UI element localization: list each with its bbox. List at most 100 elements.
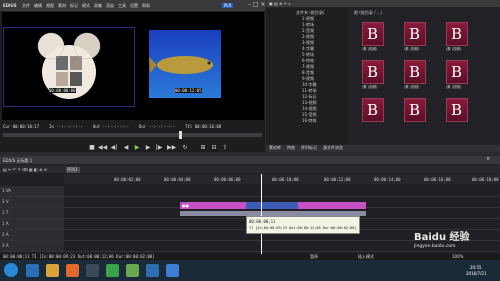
tree-item[interactable]: 14-视频 — [302, 106, 317, 111]
tree-item[interactable]: 5-转场 — [302, 52, 314, 57]
ie-icon[interactable] — [26, 264, 39, 277]
timeline-clip-selected[interactable] — [246, 202, 298, 209]
bin-clip-area: 根 (根目录 / ...) B \素 (视频) B \素 (视频) B \素 (视频)… — [350, 8, 500, 144]
tab-source-browser[interactable]: 源文件浏览 — [323, 145, 343, 152]
insert-icon[interactable]: ⊞ — [199, 144, 207, 152]
timeline-title: EDIUS 无标题 1 — [3, 158, 33, 163]
dur-label: Dur --:--:--:-- — [138, 124, 176, 129]
clip-thumbnail[interactable]: B \素 (视频) — [362, 60, 384, 89]
menu-help[interactable]: 帮助 — [142, 3, 150, 8]
menu-settings[interactable]: 设置 — [130, 3, 138, 8]
window-controls-icon[interactable]: – □ × — [248, 2, 266, 8]
tree-item[interactable]: 15-音频 — [302, 112, 317, 117]
tree-item[interactable]: 4-字幕 — [302, 46, 314, 51]
tab-effects[interactable]: 特效 — [287, 145, 295, 152]
edius-task-icon[interactable] — [146, 264, 159, 277]
scrubber-handle[interactable] — [179, 131, 182, 139]
cur-label: Cur 00:00:10:17 — [3, 124, 40, 129]
tree-item[interactable]: 12-标记 — [302, 94, 317, 99]
bin-folder-tree: 文件夹 (根目录) 1-视频 1-转场 2-音频 2-视频 3-视频 4-字幕 … — [266, 8, 348, 144]
track-header[interactable]: 1 T — [0, 208, 64, 218]
track-header[interactable]: 2 V — [0, 197, 64, 207]
out-label: Out --:--:--:-- — [92, 124, 129, 129]
timeline-clip[interactable] — [298, 202, 366, 209]
watermark-url: jingyan.baidu.com — [414, 244, 456, 249]
close-icon[interactable]: × — [486, 157, 490, 162]
tree-item[interactable]: 2-音频 — [302, 28, 314, 33]
menu-capture[interactable]: 采集 — [94, 3, 102, 8]
clip-thumbnail[interactable]: B — [362, 98, 384, 122]
tree-item[interactable]: 7-视频 — [302, 64, 314, 69]
tree-item[interactable]: 11-转场 — [302, 88, 317, 93]
overwrite-icon[interactable]: ⊟ — [210, 144, 218, 152]
folder-icon[interactable] — [46, 264, 59, 277]
status-zoom: 100% — [452, 254, 464, 259]
play-icon[interactable]: ▶ — [133, 144, 141, 152]
frame-forward-icon[interactable]: ▶ — [144, 144, 152, 152]
tree-item[interactable]: 1-转场 — [302, 22, 314, 27]
tab-bin[interactable]: 素材库 — [269, 145, 281, 152]
tree-item[interactable]: 9-视频 — [302, 76, 314, 81]
loop-icon[interactable]: ↻ — [181, 144, 189, 152]
menu-marker[interactable]: 标记 — [70, 3, 78, 8]
sequence-tab[interactable]: 序列1 — [66, 167, 80, 173]
start-button-icon[interactable] — [4, 263, 18, 277]
menu-render[interactable]: 渲染 — [106, 3, 114, 8]
tree-item[interactable]: 2-视频 — [302, 34, 314, 39]
app-icon[interactable] — [106, 264, 119, 277]
tree-item[interactable]: 16-特效 — [302, 118, 317, 123]
mode-badge[interactable]: PLR — [222, 3, 234, 8]
tree-item[interactable]: 6-特效 — [302, 58, 314, 63]
clip-thumbnail[interactable]: B \素 (视频) — [404, 60, 426, 89]
clip-thumbnail[interactable]: B \素 (视频) — [446, 60, 468, 89]
track-header[interactable]: 1 VA — [0, 186, 64, 196]
fast-forward-icon[interactable]: ▶▶ — [167, 144, 176, 152]
tree-item[interactable]: 13-视频 — [302, 100, 317, 105]
mickey-collage-image — [37, 32, 101, 99]
frame-back-icon[interactable]: ◀ — [122, 144, 130, 152]
ruler-time: 00:00:16;00 — [424, 177, 451, 182]
ruler-time: 00:00:12;00 — [324, 177, 351, 182]
track-header[interactable]: 3 A — [0, 241, 64, 251]
firefox-icon[interactable] — [66, 264, 79, 277]
menu-mode[interactable]: 模式 — [82, 3, 90, 8]
tree-item[interactable]: 3-视频 — [302, 40, 314, 45]
media-icon[interactable] — [86, 264, 99, 277]
clip-thumbnail[interactable]: B — [404, 98, 426, 122]
record-timecode: 00:00:12:05 — [175, 88, 202, 93]
timeline-ruler[interactable]: 00:00:02;00 00:00:04;00 00:00:06;00 00:0… — [64, 174, 500, 184]
tree-item[interactable]: 10-字幕 — [302, 82, 317, 87]
track-header[interactable]: 1 A — [0, 219, 64, 229]
tree-item[interactable]: 8-音频 — [302, 70, 314, 75]
menu-view[interactable]: 视图 — [46, 3, 54, 8]
clip-tooltip: 00:00:00;11 T1 [In:00:00:09;23 Out:00:00… — [246, 216, 360, 234]
preview-scrubber[interactable] — [3, 131, 262, 139]
clock-date: 2016/7/21 — [466, 271, 487, 276]
timeline-clip[interactable]: ●● — [180, 202, 246, 209]
tree-item[interactable]: 文件夹 (根目录) — [296, 10, 324, 15]
clip-thumbnail[interactable]: B — [446, 98, 468, 122]
export-icon[interactable]: ⇪ — [221, 144, 229, 152]
tab-sequence-marker[interactable]: 序列标记 — [301, 145, 317, 152]
track-header[interactable]: 2 A — [0, 230, 64, 240]
bin-window: ▣ ▤ ⊕ ✂ ⌕ 文件夹 (根目录) 1-视频 1-转场 2-音频 2-视频 … — [266, 0, 500, 152]
bin-toolbar-icons[interactable]: ▣ ▤ ⊕ ✂ ⌕ — [269, 1, 291, 6]
menu-clip[interactable]: 素材 — [58, 3, 66, 8]
menu-tools[interactable]: 工具 — [118, 3, 126, 8]
explorer-icon[interactable] — [166, 264, 179, 277]
track-row: 1 VA — [0, 186, 500, 197]
step-back-icon[interactable]: ◀| — [110, 144, 118, 152]
rewind-icon[interactable]: ◀◀ — [98, 144, 107, 152]
stop-icon[interactable]: ■ — [88, 144, 96, 152]
step-forward-icon[interactable]: |▶ — [155, 144, 163, 152]
timeline-tools-icon[interactable]: ▤ ✂ ↶ ↷ ⌫ ▦ ◧ ⊕ ⊖ — [3, 167, 47, 172]
menu-file[interactable]: 文件 — [22, 3, 30, 8]
clip-thumbnail[interactable]: B \素 (视频) — [404, 22, 426, 51]
clip-thumbnail[interactable]: B \素 (视频) — [362, 22, 384, 51]
game-icon[interactable] — [126, 264, 139, 277]
tree-item[interactable]: 1-视频 — [302, 16, 314, 21]
status-info: 00:00:00;11 T1 [In:00:00:09;23 Out:00:00… — [3, 254, 155, 259]
clock-time: 20:55 — [470, 265, 482, 270]
menu-edit[interactable]: 编辑 — [34, 3, 42, 8]
clip-thumbnail[interactable]: B \素 (视频) — [446, 22, 468, 51]
